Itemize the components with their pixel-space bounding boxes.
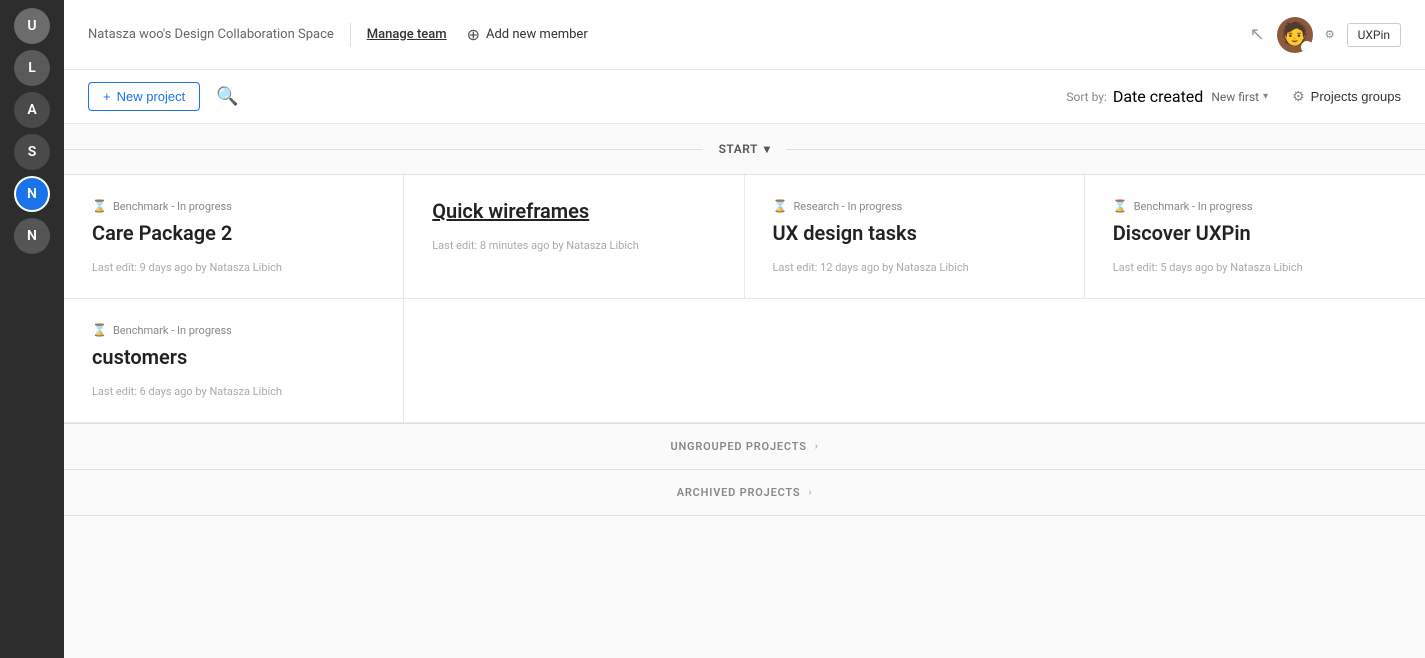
project-meta: Last edit: 9 days ago by Natasza Libich xyxy=(92,261,375,274)
ungrouped-label: UNGROUPED PROJECTS › xyxy=(670,440,818,453)
hourglass-icon: ⌛ xyxy=(1113,199,1128,213)
content-area: START ▾ ⌛ Benchmark - In progress Care P… xyxy=(64,124,1425,658)
chevron-down-icon: ▾ xyxy=(1263,91,1268,102)
sidebar-avatar-u[interactable]: U xyxy=(14,8,50,44)
section-start-label: START xyxy=(719,142,758,156)
sidebar-avatar-a[interactable]: A xyxy=(14,92,50,128)
project-name: customers xyxy=(92,345,375,369)
sidebar-avatar-n[interactable]: N xyxy=(14,218,50,254)
project-meta: Last edit: 12 days ago by Natasza Libich xyxy=(773,261,1056,274)
project-card-empty xyxy=(1085,299,1425,423)
project-meta: Last edit: 5 days ago by Natasza Libich xyxy=(1113,261,1397,274)
header: Natasza woo's Design Collaboration Space… xyxy=(64,0,1425,70)
sidebar-avatar-s[interactable]: S xyxy=(14,134,50,170)
sort-dropdown[interactable]: Date created New first ▾ xyxy=(1113,87,1268,106)
status-text: Benchmark - In progress xyxy=(1134,200,1253,213)
project-card[interactable]: Quick wireframes Last edit: 8 minutes ag… xyxy=(404,175,744,299)
project-meta: Last edit: 6 days ago by Natasza Libich xyxy=(92,385,375,398)
project-card[interactable]: ⌛ Benchmark - In progress Discover UXPin… xyxy=(1085,175,1425,299)
projects-groups-button[interactable]: ⚙ Projects groups xyxy=(1292,88,1401,105)
bottom-sections: UNGROUPED PROJECTS › ARCHIVED PROJECTS › xyxy=(64,423,1425,516)
add-new-member-link[interactable]: ⊕ Add new member xyxy=(467,25,588,44)
add-member-icon: ⊕ xyxy=(467,25,480,44)
search-icon: 🔍 xyxy=(216,86,238,106)
ungrouped-projects-row[interactable]: UNGROUPED PROJECTS › xyxy=(64,424,1425,470)
user-avatar[interactable]: 🧑 xyxy=(1277,17,1313,53)
groups-gear-icon: ⚙ xyxy=(1292,88,1305,105)
sidebar-avatar-l[interactable]: L xyxy=(14,50,50,86)
sort-value: Date created xyxy=(1113,87,1203,106)
add-member-label: Add new member xyxy=(486,27,588,42)
archived-label: ARCHIVED PROJECTS › xyxy=(677,486,813,499)
project-card[interactable]: ⌛ Benchmark - In progress customers Last… xyxy=(64,299,404,423)
manage-team-link[interactable]: Manage team xyxy=(367,27,447,42)
archived-projects-row[interactable]: ARCHIVED PROJECTS › xyxy=(64,470,1425,516)
settings-gear-icon[interactable]: ⚙ xyxy=(1325,28,1335,41)
projects-grid-row2: ⌛ Benchmark - In progress customers Last… xyxy=(64,299,1425,423)
project-name: Care Package 2 xyxy=(92,221,375,245)
status-text: Benchmark - In progress xyxy=(113,324,232,337)
main-content: Natasza woo's Design Collaboration Space… xyxy=(64,0,1425,658)
project-meta: Last edit: 8 minutes ago by Natasza Libi… xyxy=(432,239,715,252)
project-name: Discover UXPin xyxy=(1113,221,1397,245)
project-card-empty xyxy=(404,299,744,423)
hourglass-icon: ⌛ xyxy=(92,199,107,213)
projects-grid-row1: ⌛ Benchmark - In progress Care Package 2… xyxy=(64,174,1425,299)
project-status: ⌛ Research - In progress xyxy=(773,199,1056,213)
uxpin-badge[interactable]: UXPin xyxy=(1347,23,1401,47)
project-card[interactable]: ⌛ Benchmark - In progress Care Package 2… xyxy=(64,175,404,299)
section-start-pill[interactable]: START ▾ xyxy=(703,138,787,160)
section-start-chevron: ▾ xyxy=(764,142,771,156)
sort-sub: New first xyxy=(1211,90,1259,104)
avatar-image: 🧑 xyxy=(1281,22,1308,47)
project-status: ⌛ Benchmark - In progress xyxy=(92,323,375,337)
hourglass-icon: ⌛ xyxy=(773,199,788,213)
sidebar-avatar-n[interactable]: N xyxy=(14,176,50,212)
sidebar: ULASNN xyxy=(0,0,64,658)
project-status: ⌛ Benchmark - In progress xyxy=(92,199,375,213)
project-card-empty xyxy=(745,299,1085,423)
section-start-header: START ▾ xyxy=(64,124,1425,174)
archived-chevron-icon: › xyxy=(808,487,812,498)
hourglass-icon: ⌛ xyxy=(92,323,107,337)
ungrouped-chevron-icon: › xyxy=(815,441,819,452)
project-card[interactable]: ⌛ Research - In progress UX design tasks… xyxy=(745,175,1085,299)
new-project-button[interactable]: + New project xyxy=(88,82,200,111)
status-text: Research - In progress xyxy=(793,200,902,213)
project-name: Quick wireframes xyxy=(432,199,715,223)
projects-groups-label: Projects groups xyxy=(1311,89,1401,104)
toolbar: + New project 🔍 Sort by: Date created Ne… xyxy=(64,70,1425,124)
cursor-icon: ↖ xyxy=(1250,24,1265,45)
search-button[interactable]: 🔍 xyxy=(216,86,238,107)
header-right: ↖ 🧑 ⚙ UXPin xyxy=(1250,17,1401,53)
project-name: UX design tasks xyxy=(773,221,1056,245)
project-status: ⌛ Benchmark - In progress xyxy=(1113,199,1397,213)
new-project-plus: + xyxy=(103,89,111,104)
sort-label: Sort by: xyxy=(1066,90,1107,104)
workspace-title: Natasza woo's Design Collaboration Space xyxy=(88,27,334,42)
header-divider xyxy=(350,23,351,47)
status-text: Benchmark - In progress xyxy=(113,200,232,213)
new-project-label: New project xyxy=(117,89,186,104)
